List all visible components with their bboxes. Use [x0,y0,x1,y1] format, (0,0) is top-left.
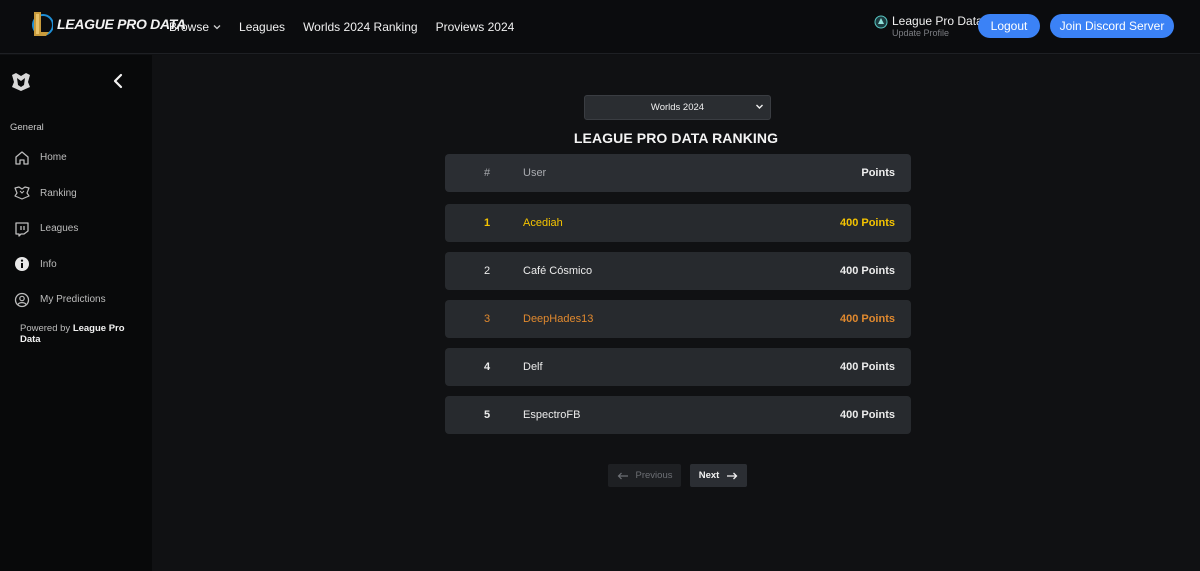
trophy-icon [14,186,30,200]
sidebar: General Home Ranking Leagues Info My Pre… [0,55,152,571]
table-row: 5 EspectroFB 400 Points [445,396,911,434]
profile-name: League Pro Data [892,14,983,28]
next-page-button[interactable]: Next [690,464,747,487]
main-content: Worlds 2024 LEAGUE PRO DATA RANKING # Us… [152,55,1200,571]
profile-avatar-icon [874,15,888,29]
update-profile-link[interactable]: Update Profile [892,28,983,39]
row-user[interactable]: Acediah [523,217,563,229]
sidebar-nav: Home Ranking Leagues Info My Predictions [14,140,106,318]
row-rank: 2 [483,265,491,277]
row-points: 400 Points [839,217,895,229]
table-row: 1 Acediah 400 Points [445,204,911,242]
row-points: 400 Points [839,409,895,421]
table-row: 2 Café Cósmico 400 Points [445,252,911,290]
nav-leagues[interactable]: Leagues [239,20,285,34]
sidebar-item-label: Ranking [40,187,77,199]
row-rank: 4 [483,361,491,373]
sidebar-item-my-predictions[interactable]: My Predictions [14,282,106,318]
page-title: LEAGUE PRO DATA RANKING [573,130,779,146]
row-rank: 3 [483,313,491,325]
ranking-table: # User Points 1 Acediah 400 Points 2 Caf… [445,154,911,444]
arrow-left-icon [617,472,628,479]
column-header-user: User [523,167,547,179]
previous-page-label: Previous [635,470,673,481]
sidebar-item-leagues[interactable]: Leagues [14,211,106,247]
column-header-rank: # [483,167,491,179]
row-rank: 5 [483,409,491,421]
sidebar-item-ranking[interactable]: Ranking [14,176,106,212]
row-rank: 1 [483,217,491,229]
arrow-right-icon [727,472,738,479]
table-row: 3 DeepHades13 400 Points [445,300,911,338]
sidebar-item-info[interactable]: Info [14,247,106,283]
next-page-label: Next [698,470,720,481]
join-discord-button[interactable]: Join Discord Server [1050,14,1174,38]
site-logo[interactable]: League Pro Data [31,10,186,38]
sidebar-section-general: General [10,122,44,133]
previous-page-button[interactable]: Previous [608,464,681,487]
sidebar-item-label: Home [40,152,67,164]
league-logo-icon [32,12,53,36]
sidebar-item-label: Leagues [40,223,79,235]
twitch-icon [15,222,29,237]
info-icon [15,257,29,272]
sidebar-item-home[interactable]: Home [14,140,106,176]
row-user[interactable]: EspectroFB [523,409,580,421]
nav-browse[interactable]: Browse [169,20,221,34]
table-header: # User Points [445,154,911,192]
logout-button[interactable]: Logout [978,14,1040,38]
tournament-select[interactable]: Worlds 2024 [584,95,771,120]
worlds-trophy-logo-icon [12,73,30,91]
powered-prefix: Powered by [20,323,73,334]
user-circle-icon [14,292,30,307]
chevron-down-icon [213,25,221,30]
nav-proviews-label: Proviews 2024 [435,20,515,34]
table-row: 4 Delf 400 Points [445,348,911,386]
column-header-points: Points [861,167,895,179]
row-user[interactable]: Café Cósmico [523,265,592,277]
top-navbar: League Pro Data Browse Leagues Worlds 20… [0,0,1200,54]
chevron-down-icon [756,104,763,109]
main-nav: Browse Leagues Worlds 2024 Ranking Provi… [169,0,514,54]
sidebar-item-label: Info [40,258,57,270]
row-points: 400 Points [839,265,895,277]
profile-link[interactable]: League Pro Data Update Profile [874,14,983,39]
powered-by-text: Powered by League Pro Data [20,323,140,345]
collapse-sidebar-icon[interactable] [110,72,126,90]
nav-worlds-ranking[interactable]: Worlds 2024 Ranking [303,20,418,34]
row-points: 400 Points [839,361,895,373]
sidebar-item-label: My Predictions [40,294,106,306]
nav-proviews[interactable]: Proviews 2024 [436,20,515,34]
row-points: 400 Points [839,313,895,325]
row-user[interactable]: DeepHades13 [523,313,593,325]
nav-worlds-ranking-label: Worlds 2024 Ranking [303,20,418,34]
row-user[interactable]: Delf [523,361,543,373]
tournament-select-value: Worlds 2024 [650,102,705,113]
home-icon [15,151,29,165]
logo-text: League Pro Data [57,16,186,32]
nav-leagues-label: Leagues [239,20,286,34]
nav-browse-label: Browse [169,20,210,34]
